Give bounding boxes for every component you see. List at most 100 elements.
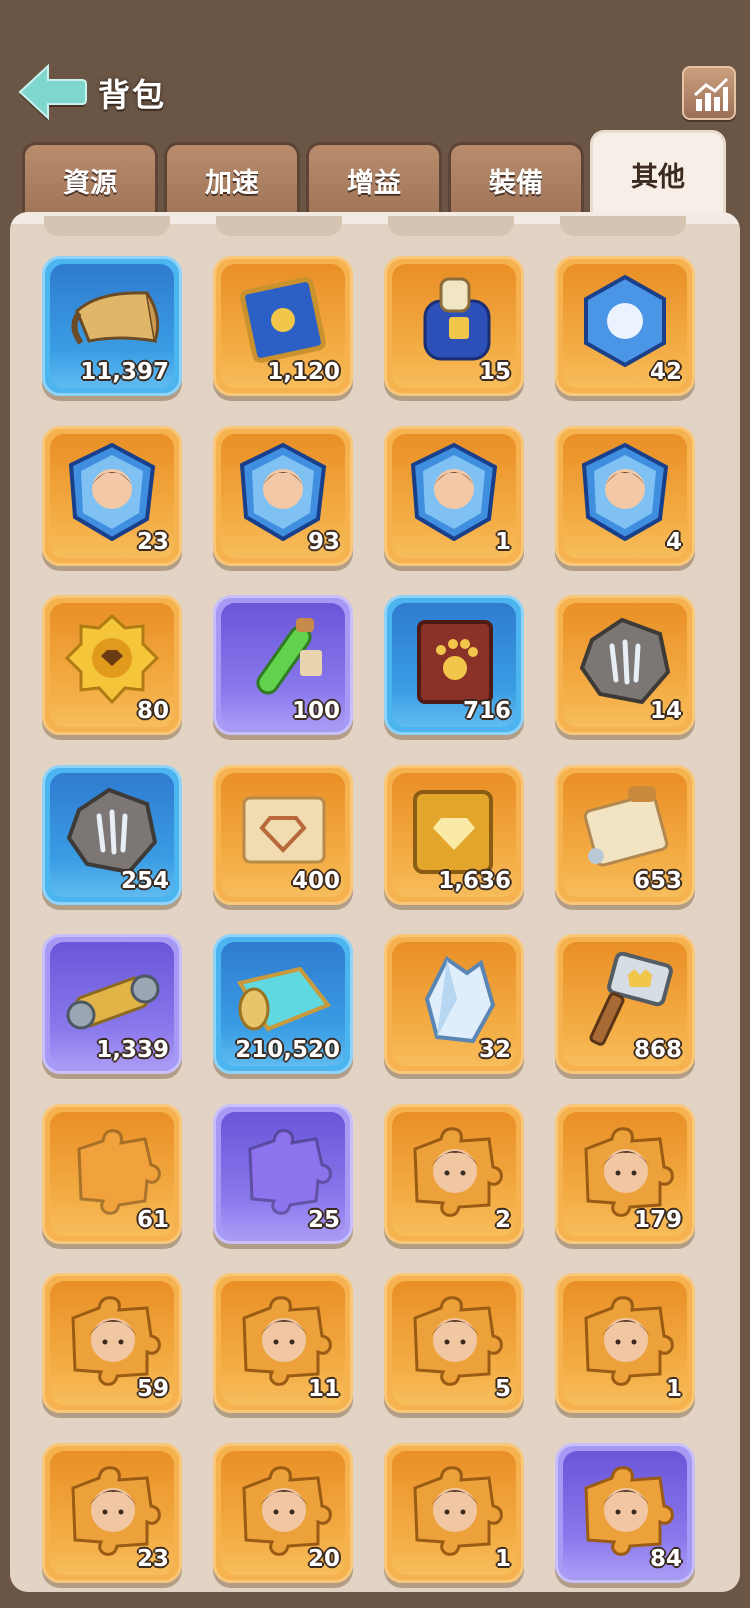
hero-fragment-icon [584,1296,674,1386]
hero-crystal-icon [410,442,498,541]
hero-fragment-icon [71,1296,161,1386]
item-count: 61 [136,1206,169,1233]
puzzle-piece-icon [248,1128,332,1215]
tab-resources[interactable]: 資源 [22,142,158,216]
hero-fragment-icon [242,1465,332,1556]
inventory-item[interactable]: 14 [555,595,695,735]
puzzle-piece-icon [77,1128,161,1215]
row-shadow [388,216,514,236]
potion-vial-icon [256,618,322,695]
inventory-item[interactable]: 1 [384,425,524,566]
inventory-item[interactable]: 11 [213,1273,353,1413]
item-count: 1,636 [438,867,511,894]
hero-fragment-icon [71,1465,161,1556]
inventory-item[interactable]: 15 [384,256,524,396]
beast-medal-icon [64,613,160,705]
item-count: 23 [136,1545,169,1572]
hero-fragment-icon [584,1126,674,1217]
inventory-item[interactable]: 2 [384,1103,524,1244]
item-count: 59 [136,1376,169,1402]
item-count: 254 [120,867,169,894]
stats-button[interactable] [682,66,736,120]
item-count: 100 [291,698,340,724]
inventory-item[interactable]: 1 [555,1273,695,1413]
inventory-item[interactable]: 20 [213,1442,353,1583]
inventory-item[interactable]: 61 [42,1103,182,1244]
inventory-item[interactable]: 59 [42,1273,182,1413]
tab-speedups[interactable]: 加速 [164,142,300,216]
inventory-item[interactable]: 80 [42,595,182,735]
inventory-item[interactable]: 93 [213,425,353,566]
map-scroll-icon [583,785,669,867]
tab-other[interactable]: 其他 [590,130,726,216]
inventory-item[interactable]: 1,120 [213,256,353,396]
inventory-item[interactable]: 868 [555,934,695,1074]
item-count: 11,397 [80,359,169,385]
item-count: 25 [307,1206,340,1233]
hero-crystal-icon [581,442,669,541]
item-count: 32 [478,1037,511,1063]
inventory-item[interactable]: 84 [555,1442,695,1583]
inventory-item[interactable]: 1,339 [42,934,182,1074]
inventory-panel[interactable]: 11,397 1,120 15 42 23 93 1 4 80 100 716 14 254 400 1,6… [10,212,740,1592]
row-shadow [560,216,686,236]
spool-icon [66,974,160,1030]
inventory-item[interactable]: 32 [384,934,524,1074]
tab-equipment[interactable]: 裝備 [448,142,584,216]
inventory-item[interactable]: 210,520 [213,934,353,1074]
hero-crystal-icon [68,442,156,541]
item-count: 11 [307,1376,340,1402]
claw-stone-icon [66,787,158,874]
item-count: 5 [494,1376,511,1402]
inventory-item[interactable]: 23 [42,1442,182,1583]
crystal-emblem-icon [584,274,666,368]
inventory-item[interactable]: 400 [213,764,353,905]
item-count: 400 [291,867,340,894]
hammer-icon [589,951,673,1046]
item-count: 1,120 [267,359,340,385]
inventory-item[interactable]: 23 [42,425,182,566]
hero-fragment-icon [413,1126,503,1217]
item-count: 653 [633,867,682,894]
backpack-scroll-icon [423,277,491,361]
inventory-item[interactable]: 653 [555,764,695,905]
row-shadow [44,216,170,236]
inventory-item[interactable]: 179 [555,1103,695,1244]
bar-chart-icon [693,77,729,111]
paw-book-icon [417,620,493,704]
category-tabs: 資源 加速 增益 裝備 其他 [22,130,728,216]
item-count: 716 [462,698,511,724]
item-count: 84 [649,1545,682,1572]
item-count: 93 [307,528,340,555]
inventory-item[interactable]: 1 [384,1442,524,1583]
item-count: 2 [494,1206,511,1233]
header: 背包 [0,0,750,140]
hero-crystal-icon [239,442,327,541]
inventory-item[interactable]: 716 [384,595,524,735]
hero-fragment-icon [242,1296,332,1386]
arrow-left-icon [18,63,87,121]
item-count: 1 [665,1376,682,1402]
inventory-item[interactable]: 254 [42,764,182,905]
inventory-item[interactable]: 5 [384,1273,524,1413]
inventory-item[interactable]: 100 [213,595,353,735]
inventory-item[interactable]: 11,397 [42,256,182,396]
diamond-scroll-icon [242,796,326,863]
cloth-roll-icon [236,966,332,1032]
hero-fragment-icon [413,1296,503,1386]
item-count: 179 [633,1206,682,1233]
inventory-item[interactable]: 42 [555,256,695,396]
item-count: 20 [307,1545,340,1572]
item-count: 15 [478,359,511,385]
item-count: 1 [494,1545,511,1572]
crystal-ore-icon [424,956,496,1044]
tab-boosts[interactable]: 增益 [306,142,442,216]
diamond-book-icon [413,789,493,874]
inventory-item[interactable]: 1,636 [384,764,524,905]
inventory-item[interactable]: 25 [213,1103,353,1244]
inventory-item[interactable]: 4 [555,425,695,566]
hero-fragment-icon [584,1465,674,1556]
back-button[interactable] [16,62,88,122]
claw-stone-icon [579,617,671,705]
item-count: 42 [649,359,682,385]
